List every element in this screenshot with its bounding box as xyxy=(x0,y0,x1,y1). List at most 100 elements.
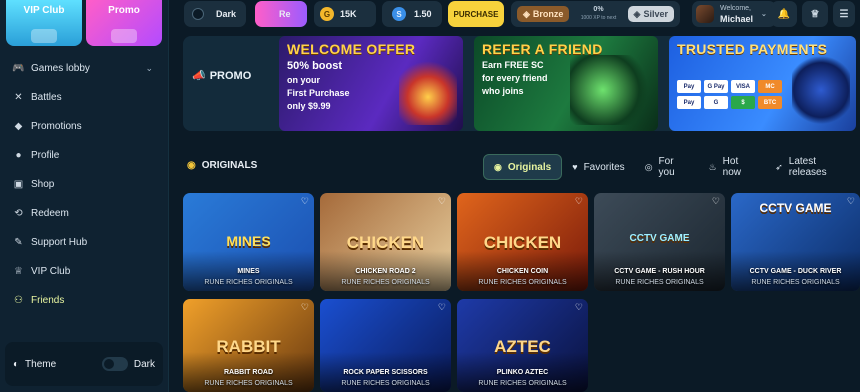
apple-pay-icon: Pay xyxy=(677,80,701,93)
bronze-icon: ◈ xyxy=(523,8,530,19)
sweeps-coin-balance[interactable]: S 1.50 xyxy=(382,1,442,27)
welcome-text: Welcome, xyxy=(720,5,751,12)
mode-switch[interactable]: Dark xyxy=(184,1,246,27)
rank-progress[interactable]: ◈ Bronze 0% 1000 XP to next ◈ Silver xyxy=(511,1,680,27)
favorite-heart-icon[interactable]: ♡ xyxy=(438,302,446,313)
more-button[interactable]: ☰ xyxy=(833,1,855,27)
welcome-offer-banner[interactable]: WELCOME OFFER 50% boost on your First Pu… xyxy=(279,36,463,131)
bitcoin-icon: BTC xyxy=(758,96,782,109)
promo-section: 📣 PROMO WELCOME OFFER 50% boost on your … xyxy=(183,36,856,131)
sweeps-coin-icon: S xyxy=(392,7,406,21)
game-card-cctv-rush-hour[interactable]: CCTV GAME ♡ CCTV GAME - RUSH HOUR RUNE R… xyxy=(594,193,725,291)
purchase-button[interactable]: PURCHASE xyxy=(448,1,504,27)
category-tabs: ◉ Originals ♥ Favorites ◎ For you ♨ Hot … xyxy=(483,153,860,181)
bronze-rank-badge: ◈ Bronze xyxy=(517,6,570,22)
rocket-icon: ➶ xyxy=(775,161,783,172)
sidebar-item-label: Shop xyxy=(31,179,55,190)
silver-label: Silver xyxy=(643,9,668,19)
game-art-text: CHICKEN xyxy=(346,233,425,252)
originals-icon: ◉ xyxy=(494,161,502,172)
sidebar-item-battles[interactable]: ✕ Battles xyxy=(0,83,169,112)
game-provider: RUNE RICHES ORIGINALS xyxy=(204,380,293,387)
theme-toggle[interactable] xyxy=(101,357,128,371)
sidebar-item-games-lobby[interactable]: 🎮 Games lobby ⌄ xyxy=(0,54,169,83)
favorite-heart-icon[interactable]: ♡ xyxy=(301,302,309,313)
mode-label: Dark xyxy=(216,9,237,19)
rank-progress-text: 0% 1000 XP to next xyxy=(569,6,627,22)
gold-coin-balance[interactable]: G 15K xyxy=(314,1,376,27)
originals-title-text: ORIGINALS xyxy=(201,160,258,171)
promo-tile[interactable]: Promo xyxy=(86,0,162,46)
favorite-heart-icon[interactable]: ♡ xyxy=(301,196,309,207)
sidebar-item-vip-club[interactable]: ♕ VIP Club xyxy=(0,257,169,286)
tab-for-you[interactable]: ◎ For you xyxy=(635,154,699,180)
g-icon: G xyxy=(704,96,728,109)
sidebar-item-label: Promotions xyxy=(31,121,82,132)
refer-friend-banner[interactable]: REFER A FRIEND Earn FREE SC for every fr… xyxy=(474,36,658,131)
favorite-heart-icon[interactable]: ♡ xyxy=(438,196,446,207)
sidebar-item-shop[interactable]: ▣ Shop xyxy=(0,170,169,199)
purchase-label: PURCHASE xyxy=(453,9,499,19)
sidebar-item-friends[interactable]: ⚇ Friends xyxy=(0,286,169,315)
game-card-plinko-aztec[interactable]: AZTEC ♡ PLINKO AZTEC RUNE RICHES ORIGINA… xyxy=(457,299,588,392)
treasure-art xyxy=(399,55,457,125)
originals-icon: ◉ xyxy=(187,160,196,171)
gift-icon xyxy=(111,29,137,43)
vip-button[interactable]: ♕ xyxy=(802,1,828,27)
trusted-payments-banner[interactable]: TRUSTED PAYMENTS Pay G Pay VISA MC Pay G… xyxy=(669,36,856,131)
theme-label: Theme xyxy=(25,358,57,370)
game-card-cctv-duck-river[interactable]: CCTV GAME ♡ CCTV GAME - DUCK RIVER RUNE … xyxy=(731,193,860,291)
tab-label: Originals xyxy=(507,161,552,173)
game-provider: RUNE RICHES ORIGINALS xyxy=(615,279,704,286)
tab-label: Latest releases xyxy=(788,156,827,178)
top-bar: Dark Re G 15K S 1.50 PURCHASE ◈ Bronze 0… xyxy=(182,0,860,28)
game-card-chicken-coin[interactable]: CHICKEN ♡ CHICKEN COIN RUNE RICHES ORIGI… xyxy=(457,193,588,291)
tab-hot-now[interactable]: ♨ Hot now xyxy=(699,154,766,180)
game-card-rabbit-road[interactable]: RABBIT ♡ RABBIT ROAD RUNE RICHES ORIGINA… xyxy=(183,299,314,392)
visa-icon: VISA xyxy=(731,80,755,93)
favorite-heart-icon[interactable]: ♡ xyxy=(575,302,583,313)
game-name: MINES xyxy=(237,268,260,275)
game-card-chicken-road-2[interactable]: CHICKEN ♡ CHICKEN ROAD 2 RUNE RICHES ORI… xyxy=(320,193,451,291)
game-card-mines[interactable]: MINES ♡ MINES RUNE RICHES ORIGINALS xyxy=(183,193,314,291)
user-text: Welcome, Michael xyxy=(720,4,753,24)
notifications-button[interactable]: 🔔 xyxy=(771,1,797,27)
promo-shortcut[interactable]: Re xyxy=(255,1,307,27)
game-name: ROCK PAPER SCISSORS xyxy=(343,369,428,376)
tab-favorites[interactable]: ♥ Favorites xyxy=(562,154,634,180)
game-art-text: MINES xyxy=(226,233,271,249)
game-name: CCTV GAME - DUCK RIVER xyxy=(749,268,842,275)
originals-title: ◉ ORIGINALS xyxy=(187,160,257,171)
cash-icon: $ xyxy=(731,96,755,109)
gold-balance-value: 15K xyxy=(340,9,357,19)
favorite-heart-icon[interactable]: ♡ xyxy=(847,196,855,207)
heart-icon: ♥ xyxy=(572,162,578,172)
crown-icon: ♕ xyxy=(14,266,23,277)
game-provider: RUNE RICHES ORIGINALS xyxy=(204,279,293,286)
tab-originals[interactable]: ◉ Originals xyxy=(483,154,563,180)
theme-icon: ◐ xyxy=(13,358,20,370)
tab-latest-releases[interactable]: ➶ Latest releases xyxy=(765,154,860,180)
vip-club-tile[interactable]: VIP Club xyxy=(6,0,82,46)
favorite-heart-icon[interactable]: ♡ xyxy=(575,196,583,207)
rank-progress-note: 1000 XP to next xyxy=(580,15,617,21)
google-pay-icon: G Pay xyxy=(704,80,728,93)
silver-rank-badge: ◈ Silver xyxy=(627,6,674,22)
promo-title-text: PROMO xyxy=(209,69,252,82)
game-art-text: CCTV GAME xyxy=(759,201,832,215)
favorite-heart-icon[interactable]: ♡ xyxy=(712,196,720,207)
chevron-down-icon[interactable]: ⌄ xyxy=(145,63,153,74)
sidebar-item-promotions[interactable]: ◆ Promotions xyxy=(0,112,169,141)
user-menu[interactable]: Welcome, Michael ⌄ xyxy=(692,1,776,27)
sidebar-item-profile[interactable]: ● Profile xyxy=(0,141,169,170)
rank-progress-value: 0% xyxy=(593,6,604,13)
game-card-rock-paper-scissors[interactable]: ♡ ROCK PAPER SCISSORS RUNE RICHES ORIGIN… xyxy=(320,299,451,392)
sidebar-item-label: Profile xyxy=(31,150,60,161)
sidebar-item-redeem[interactable]: ⟲ Redeem xyxy=(0,199,169,228)
sidebar-item-support-hub[interactable]: ✎ Support Hub xyxy=(0,228,169,257)
promo-shortcut-label: Re xyxy=(279,9,291,19)
game-provider: RUNE RICHES ORIGINALS xyxy=(478,380,567,387)
app-root: VIP Club Promo 🎮 Games lobby ⌄ ✕ Battles… xyxy=(0,0,860,392)
game-grid: MINES ♡ MINES RUNE RICHES ORIGINALS CHIC… xyxy=(183,193,860,392)
game-art-text: CHICKEN xyxy=(483,233,562,252)
